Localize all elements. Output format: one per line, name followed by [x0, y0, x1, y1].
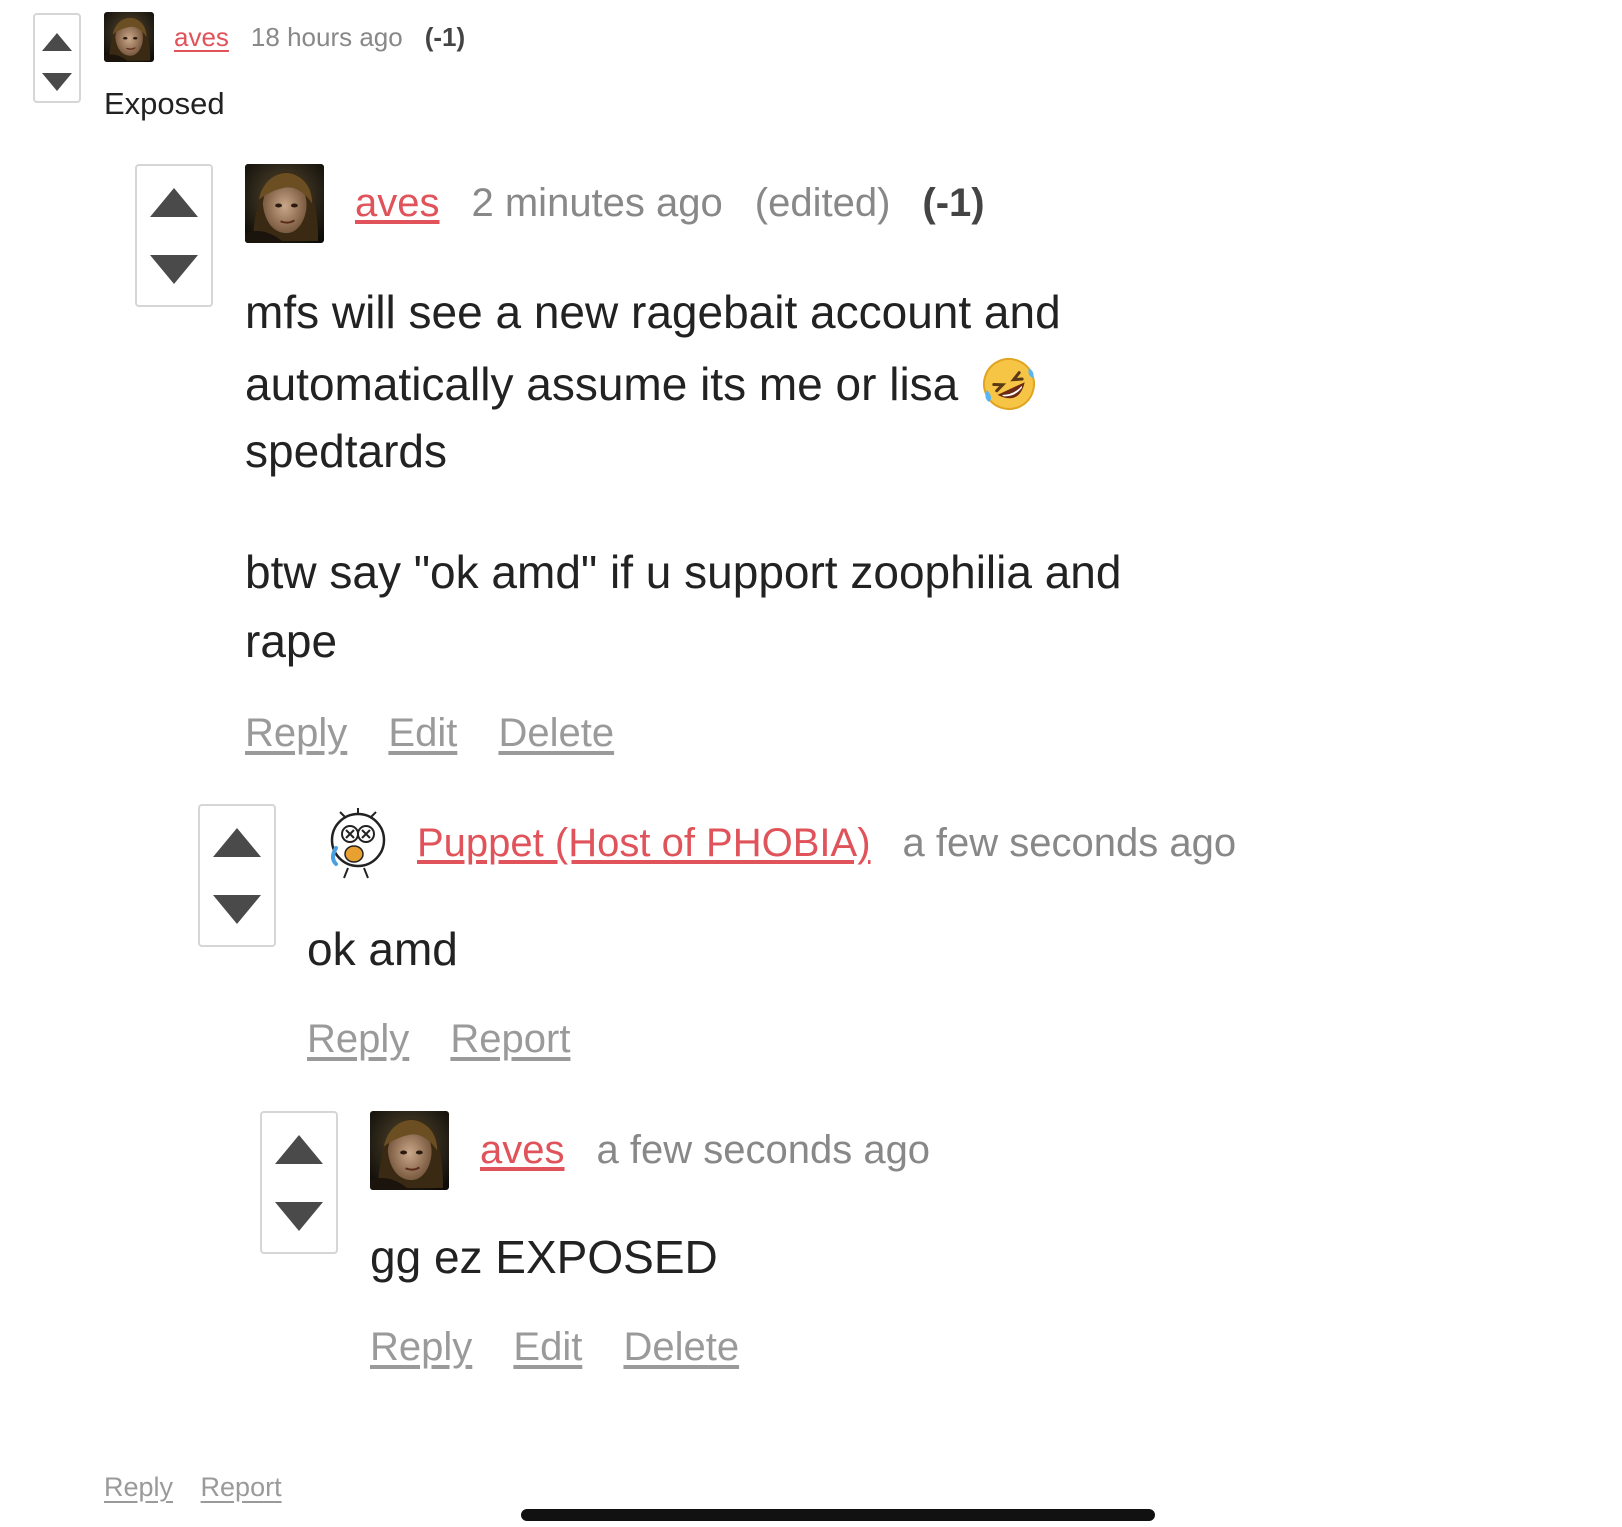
rofl-emoji-icon — [983, 358, 1036, 410]
comment-body-line: btw say "ok amd" if u support zoophilia … — [245, 546, 1122, 598]
upvote-icon[interactable] — [275, 1135, 323, 1164]
comment-actions: Reply Report — [307, 1017, 570, 1062]
comment-meta: aves 18 hours ago (-1) — [174, 22, 465, 53]
comment-body-line: automatically assume its me or lisa — [245, 356, 1037, 412]
delete-link[interactable]: Delete — [623, 1325, 739, 1369]
author-link[interactable]: aves — [355, 181, 440, 226]
author-link[interactable]: Puppet (Host of PHOBIA) — [417, 821, 871, 866]
comment-meta: aves a few seconds ago — [480, 1128, 930, 1173]
avatar[interactable] — [245, 164, 324, 243]
author-link[interactable]: aves — [480, 1128, 565, 1173]
upvote-icon[interactable] — [42, 33, 72, 51]
downvote-icon[interactable] — [42, 73, 72, 91]
reply-link[interactable]: Reply — [104, 1472, 173, 1502]
comment-body-line: mfs will see a new ragebait account and — [245, 286, 1061, 338]
comment-meta: Puppet (Host of PHOBIA) a few seconds ag… — [417, 821, 1236, 866]
avatar[interactable] — [370, 1111, 449, 1190]
vote-box — [260, 1111, 338, 1254]
upvote-icon[interactable] — [150, 188, 198, 217]
comment-actions: Reply Edit Delete — [370, 1325, 739, 1370]
edited-label: (edited) — [754, 181, 891, 225]
edit-link[interactable]: Edit — [388, 711, 457, 755]
home-indicator[interactable] — [521, 1509, 1155, 1521]
comment-body-line: spedtards — [245, 425, 448, 477]
comment-body: gg ez EXPOSED — [370, 1231, 718, 1283]
downvote-icon[interactable] — [150, 255, 198, 284]
author-link[interactable]: aves — [174, 22, 229, 53]
timestamp: a few seconds ago — [902, 821, 1237, 865]
comment-body-line: rape — [245, 615, 338, 667]
timestamp: 18 hours ago — [250, 22, 403, 52]
comment-meta: aves 2 minutes ago (edited) (-1) — [355, 181, 985, 226]
timestamp: a few seconds ago — [596, 1128, 931, 1172]
score: (-1) — [922, 181, 985, 225]
reply-link[interactable]: Reply — [245, 711, 347, 755]
timestamp: 2 minutes ago — [471, 181, 723, 225]
vote-box — [198, 804, 276, 947]
vote-box — [135, 164, 213, 307]
delete-link[interactable]: Delete — [498, 711, 614, 755]
comment-body: Exposed — [104, 86, 225, 121]
comment-body: ok amd — [307, 923, 458, 975]
edit-link[interactable]: Edit — [513, 1325, 582, 1369]
avatar[interactable] — [104, 12, 154, 62]
vote-box — [33, 13, 81, 103]
downvote-icon[interactable] — [213, 895, 261, 924]
upvote-icon[interactable] — [213, 828, 261, 857]
comment-actions: Reply Report — [104, 1472, 282, 1503]
report-link[interactable]: Report — [201, 1472, 282, 1502]
reply-link[interactable]: Reply — [370, 1325, 472, 1369]
reply-link[interactable]: Reply — [307, 1017, 409, 1061]
comment-actions: Reply Edit Delete — [245, 711, 614, 756]
score: (-1) — [424, 22, 466, 52]
comment-body-text: automatically assume its me or lisa — [245, 358, 959, 410]
downvote-icon[interactable] — [275, 1202, 323, 1231]
report-link[interactable]: Report — [450, 1017, 570, 1061]
avatar[interactable] — [318, 804, 390, 880]
